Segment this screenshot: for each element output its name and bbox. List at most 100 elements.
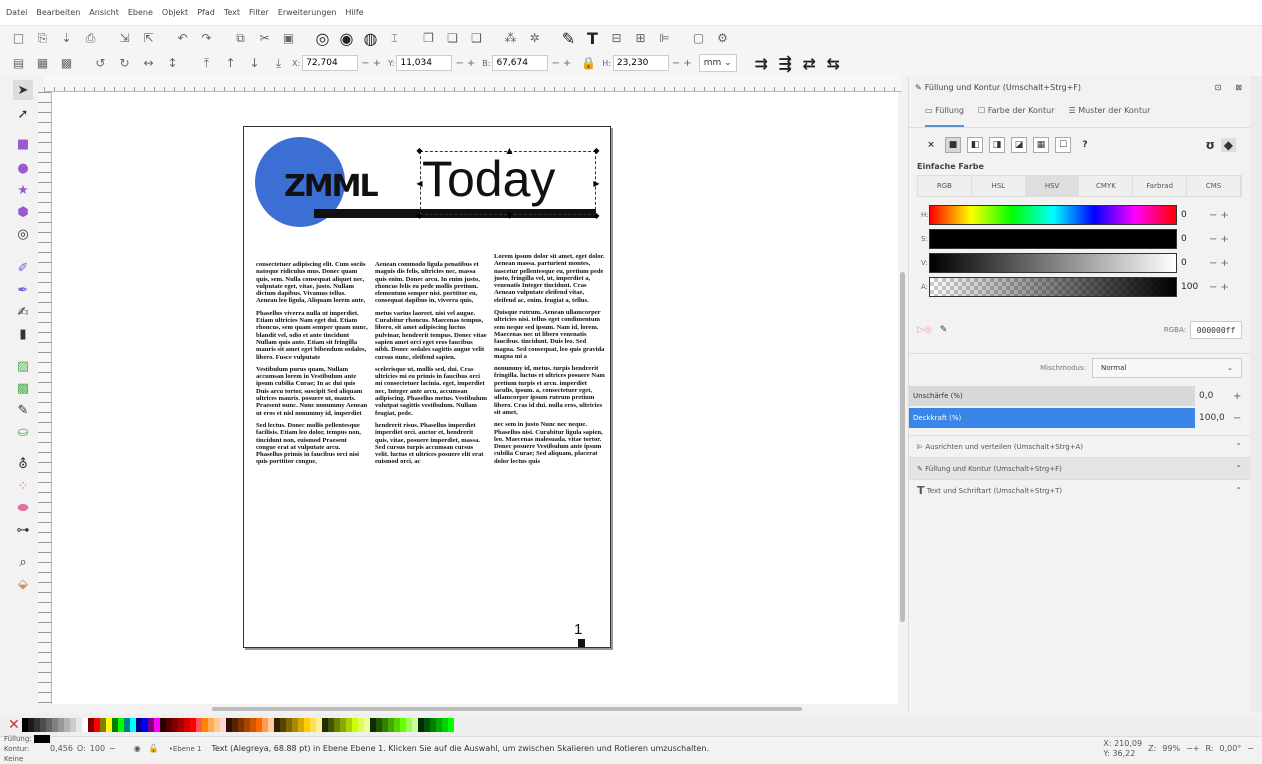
swatch-icon[interactable]: ☐	[1055, 137, 1071, 153]
preferences-icon[interactable]: ▢	[688, 28, 709, 48]
raise-to-top-icon[interactable]: ⤒	[196, 53, 217, 73]
document-properties-icon[interactable]: ⚙	[712, 28, 733, 48]
spiral-tool-icon[interactable]: ◎	[13, 224, 33, 244]
height-input[interactable]	[612, 55, 669, 71]
value-slider[interactable]	[929, 253, 1177, 273]
chevron-up-icon[interactable]: ⌃	[1235, 486, 1242, 495]
zoom-stepper[interactable]: −+	[1186, 744, 1199, 753]
menu-hilfe[interactable]: Hilfe	[345, 8, 363, 17]
dock-fill-stroke[interactable]: ✎ Füllung und Kontur (Umschalt+Strg+F) ⌃	[909, 457, 1250, 479]
zoom-width-icon[interactable]: ⌶	[384, 28, 405, 48]
eraser-tool-icon[interactable]: ⬬	[13, 498, 33, 518]
select-all-layers-icon[interactable]: ▦	[32, 53, 53, 73]
x-stepper[interactable]: −+	[361, 58, 384, 69]
color-swatch[interactable]	[447, 718, 454, 732]
export-icon[interactable]: ⇱	[138, 28, 159, 48]
clone-icon[interactable]: ❏	[442, 28, 463, 48]
logo-text[interactable]: ZMML	[284, 169, 379, 204]
menu-pfad[interactable]: Pfad	[197, 8, 215, 17]
lower-icon[interactable]: ↓	[244, 53, 265, 73]
value-value[interactable]: 0	[1181, 258, 1209, 268]
saturation-stepper[interactable]: −+	[1209, 234, 1232, 245]
calligraphy-tool-icon[interactable]: ✍	[13, 302, 33, 322]
menu-erweiterungen[interactable]: Erweiterungen	[278, 8, 337, 17]
transform-pattern-icon[interactable]: ⇆	[823, 53, 844, 73]
style-indicator[interactable]: Füllung: Kontur: Keine	[0, 734, 50, 764]
panel-float-icon[interactable]: ⊡	[1215, 83, 1222, 92]
flip-vertical-icon[interactable]: ↕	[162, 53, 183, 73]
mode-hsl[interactable]: HSL	[971, 176, 1026, 196]
chevron-up-icon[interactable]: ⌃	[1235, 442, 1242, 451]
layers-icon[interactable]: ⊞	[630, 28, 651, 48]
3d-box-tool-icon[interactable]: ⬢	[13, 202, 33, 222]
page-number[interactable]: 1	[574, 621, 582, 638]
blur-slider[interactable]: Unschärfe (%)	[909, 386, 1195, 406]
alpha-value[interactable]: 100	[1181, 282, 1209, 292]
cut-icon[interactable]: ✂	[254, 28, 275, 48]
fill-rule-nonzero-icon[interactable]: ◆	[1220, 138, 1236, 152]
rgba-input[interactable]: 000000ff	[1190, 321, 1242, 339]
group-icon[interactable]: ⁂	[500, 28, 521, 48]
vertical-ruler[interactable]	[38, 92, 52, 704]
unset-paint-icon[interactable]: ?	[1077, 137, 1093, 153]
deselect-icon[interactable]: ▩	[56, 53, 77, 73]
scale-handle-e[interactable]: ▶	[593, 180, 600, 188]
align-distribute-icon[interactable]: ⊫	[654, 28, 675, 48]
current-layer-select[interactable]: •Ebene 1	[169, 745, 202, 753]
fill-swatch[interactable]	[33, 734, 50, 743]
alpha-stepper[interactable]: −+	[1209, 282, 1232, 293]
rotate-ccw-icon[interactable]: ↺	[90, 53, 111, 73]
y-input[interactable]	[396, 55, 453, 71]
horizontal-scrollbar[interactable]	[52, 704, 898, 714]
width-input[interactable]	[492, 55, 549, 71]
duplicate-icon[interactable]: ❐	[418, 28, 439, 48]
fill-stroke-icon[interactable]: ✎	[558, 28, 579, 48]
dropper-tool-icon[interactable]: ✎	[13, 400, 33, 420]
ungroup-icon[interactable]: ✲	[524, 28, 545, 48]
tweak-tool-icon[interactable]: ⛢	[13, 454, 33, 474]
page-number-marker[interactable]	[578, 639, 585, 647]
color-picker-icon[interactable]: ✎	[940, 325, 948, 335]
alpha-slider[interactable]	[929, 277, 1177, 297]
scale-handle-nw[interactable]: ◆	[416, 147, 423, 155]
menu-filter[interactable]: Filter	[249, 8, 269, 17]
hue-slider[interactable]	[929, 205, 1177, 225]
layer-visibility-icon[interactable]: ◉	[134, 744, 141, 753]
chevron-up-icon[interactable]: ⌃	[1235, 464, 1242, 473]
ellipse-tool-icon[interactable]: ●	[13, 158, 33, 178]
selector-tool-icon[interactable]: ➤	[13, 80, 33, 100]
snap-controls-bar[interactable]	[1250, 76, 1262, 712]
mode-wheel[interactable]: Farbrad	[1133, 176, 1188, 196]
tab-fill[interactable]: ▭ Füllung	[925, 106, 965, 127]
text-font-icon[interactable]: T	[582, 28, 603, 48]
scale-handle-se[interactable]: ◆	[593, 212, 600, 220]
no-color-icon[interactable]: ✕	[8, 717, 20, 733]
mode-cms[interactable]: CMS	[1187, 176, 1241, 196]
scale-stroke-icon[interactable]: ⇉	[751, 53, 772, 73]
raise-icon[interactable]: ↑	[220, 53, 241, 73]
scale-handle-s[interactable]: ▼	[506, 212, 513, 220]
rotation-input[interactable]: 0,00°	[1219, 744, 1241, 753]
mode-cmyk[interactable]: CMYK	[1079, 176, 1134, 196]
redo-icon[interactable]: ↷	[196, 28, 217, 48]
zoom-input[interactable]: 99%	[1162, 744, 1180, 753]
connector-tool-icon[interactable]: ⊶	[13, 520, 33, 540]
horizontal-ruler[interactable]	[44, 76, 902, 92]
paint-bucket-tool-icon[interactable]: ⛀	[13, 422, 33, 442]
blend-mode-select[interactable]: Normal ⌄	[1092, 357, 1242, 378]
value-stepper[interactable]: −+	[1209, 258, 1232, 269]
print-icon[interactable]: ⎙	[80, 28, 101, 48]
opacity-slider[interactable]: Deckkraft (%)	[909, 408, 1195, 428]
tab-stroke-paint[interactable]: ☐ Farbe der Kontur	[978, 106, 1054, 127]
rectangle-tool-icon[interactable]: ■	[13, 134, 33, 154]
scale-handle-w[interactable]: ◀	[416, 180, 423, 188]
flip-horizontal-icon[interactable]: ↔	[138, 53, 159, 73]
scale-handle-n[interactable]: ▲	[506, 147, 513, 155]
import-icon[interactable]: ⇲	[114, 28, 135, 48]
y-stepper[interactable]: −+	[455, 58, 478, 69]
mesh-gradient-icon[interactable]: ◪	[1011, 137, 1027, 153]
no-paint-icon[interactable]: ×	[923, 137, 939, 153]
gradient-tool-icon[interactable]: ▨	[13, 356, 33, 376]
mode-hsv[interactable]: HSV	[1025, 176, 1080, 196]
rotation-stepper[interactable]: −	[1247, 744, 1254, 753]
